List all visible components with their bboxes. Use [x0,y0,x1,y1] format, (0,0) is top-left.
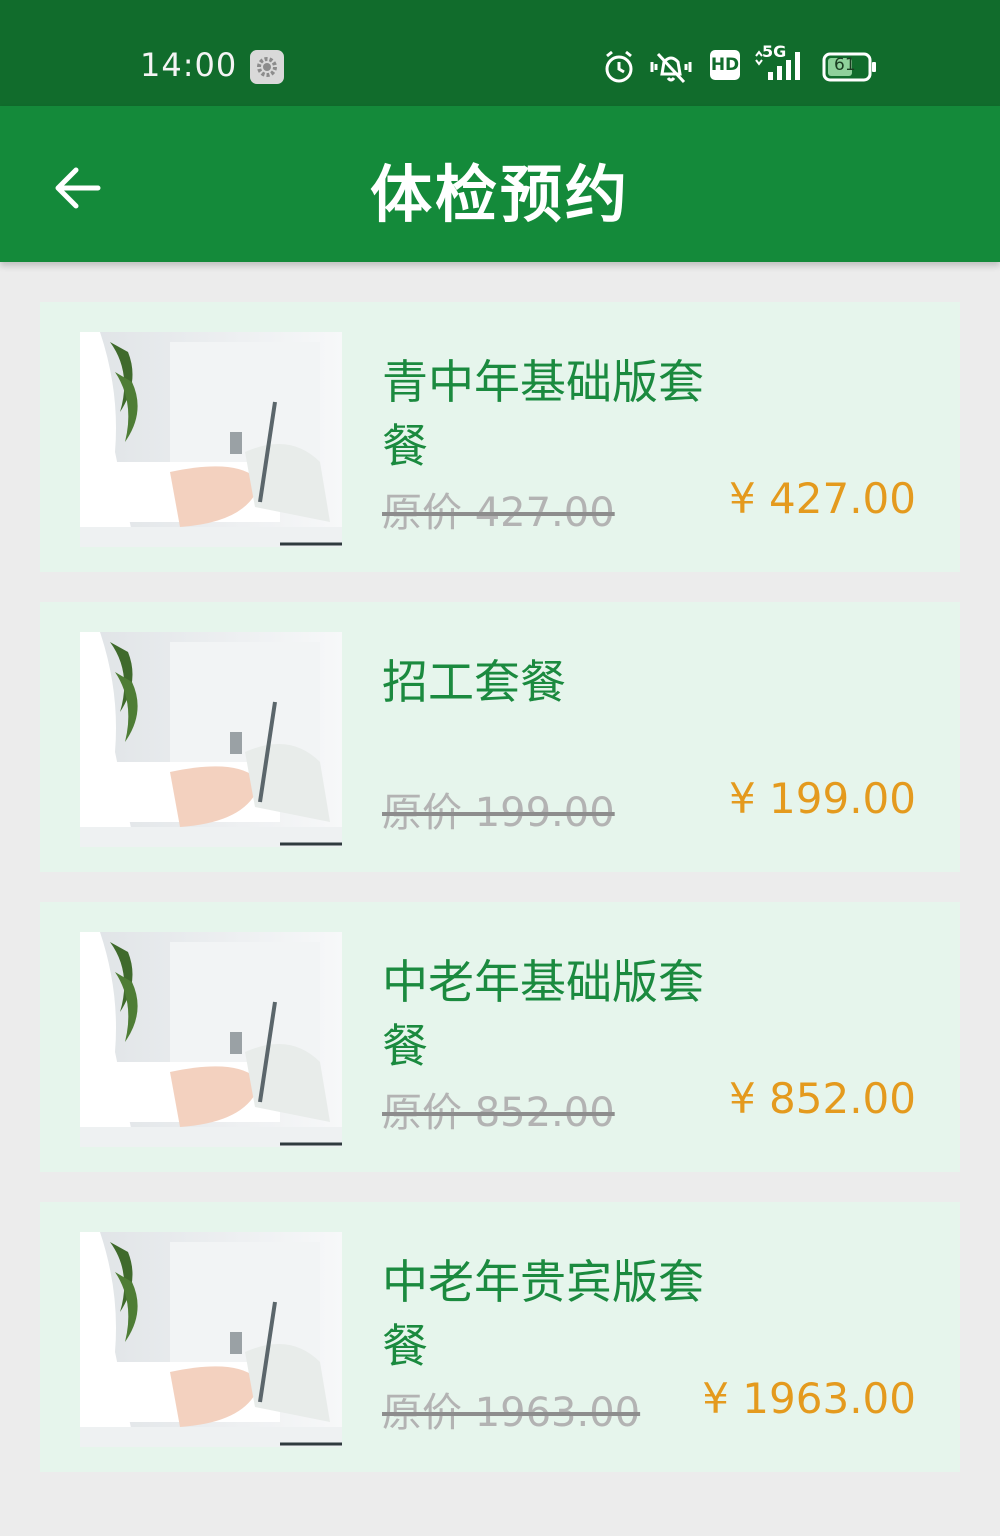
package-card[interactable]: 中老年基础版套餐 原价 852.00 ¥ 852.00 [40,902,960,1172]
page-title: 体检预约 [369,158,630,231]
package-price: ¥ 199.00 [728,774,916,823]
original-price: 原价 199.00 [382,790,615,836]
package-card[interactable]: 招工套餐 原价 199.00 ¥ 199.00 [40,602,960,872]
package-price: ¥ 427.00 [728,474,916,523]
signal-5g-icon: 5G [752,42,808,90]
package-name: 中老年基础版套餐 [382,955,704,1073]
package-thumbnail [80,1232,342,1447]
package-list: 青中年基础版套餐 原价 427.00 ¥ 427.00 招工套餐 原价 199.… [0,262,1000,1472]
original-price: 原价 852.00 [382,1090,615,1136]
battery-icon: 61 [822,48,878,90]
package-price: ¥ 1963.00 [702,1374,916,1423]
package-thumbnail [80,932,342,1147]
package-name: 中老年贵宾版套餐 [382,1255,704,1373]
package-card[interactable]: 中老年贵宾版套餐 原价 1963.00 ¥ 1963.00 [40,1202,960,1472]
battery-level: 61 [834,55,856,75]
alarm-icon [602,48,636,90]
original-price: 原价 427.00 [382,490,615,536]
package-name: 青中年基础版套餐 [382,355,704,473]
package-card[interactable]: 青中年基础版套餐 原价 427.00 ¥ 427.00 [40,302,960,572]
vibrate-off-icon [648,48,694,90]
hd-icon: HD [710,50,740,80]
status-bar: 14:00 HD 5G 61 [0,0,1000,106]
package-thumbnail [80,332,342,547]
settings-icon [250,50,284,84]
package-price: ¥ 852.00 [728,1074,916,1123]
status-time: 14:00 [140,46,238,84]
hd-label: HD [710,55,740,75]
package-name: 招工套餐 [382,655,566,709]
package-thumbnail [80,632,342,847]
network-label: 5G [762,42,787,61]
original-price: 原价 1963.00 [382,1390,641,1436]
app-header: 体检预约 [0,106,1000,262]
